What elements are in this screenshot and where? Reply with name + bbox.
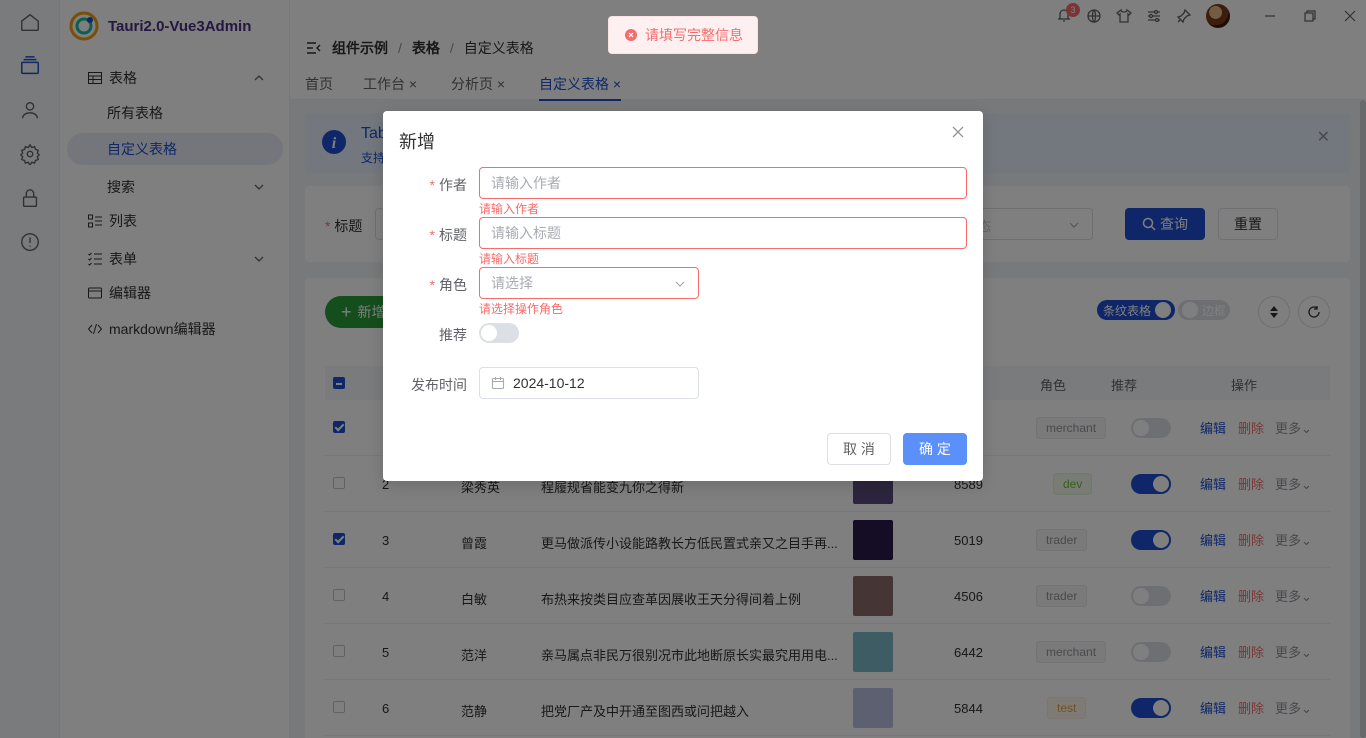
recommend-switch[interactable] (479, 323, 519, 343)
author-label: * 作者 (429, 177, 467, 193)
title-input[interactable] (479, 217, 967, 249)
title-label: * 标题 (429, 227, 467, 243)
error-toast: 请填写完整信息 (608, 16, 758, 54)
recommend-label: 推荐 (439, 327, 467, 343)
publish-time-value: 2024-10-12 (513, 375, 585, 391)
confirm-button[interactable]: 确 定 (903, 433, 967, 465)
error-circle-icon (625, 29, 637, 41)
chevron-down-icon (675, 281, 685, 287)
close-icon[interactable] (951, 125, 965, 139)
publish-time-label: 发布时间 (411, 377, 467, 393)
calendar-icon (491, 377, 505, 390)
title-error: 请输入标题 (479, 252, 540, 266)
author-input[interactable] (479, 167, 967, 199)
role-label: * 角色 (429, 277, 467, 293)
role-error: 请选择操作角色 (479, 302, 564, 316)
publish-time-picker[interactable]: 2024-10-12 (479, 367, 699, 399)
cancel-button[interactable]: 取 消 (827, 433, 891, 465)
toast-message: 请填写完整信息 (645, 27, 743, 43)
add-dialog: 新增 *作者 请输入作者 *标题 请输入标题 *角色 请选择 请选择操作角色 推… (383, 111, 983, 481)
role-select[interactable]: 请选择 (479, 267, 699, 299)
author-error: 请输入作者 (479, 202, 540, 216)
dialog-title: 新增 (399, 132, 435, 152)
